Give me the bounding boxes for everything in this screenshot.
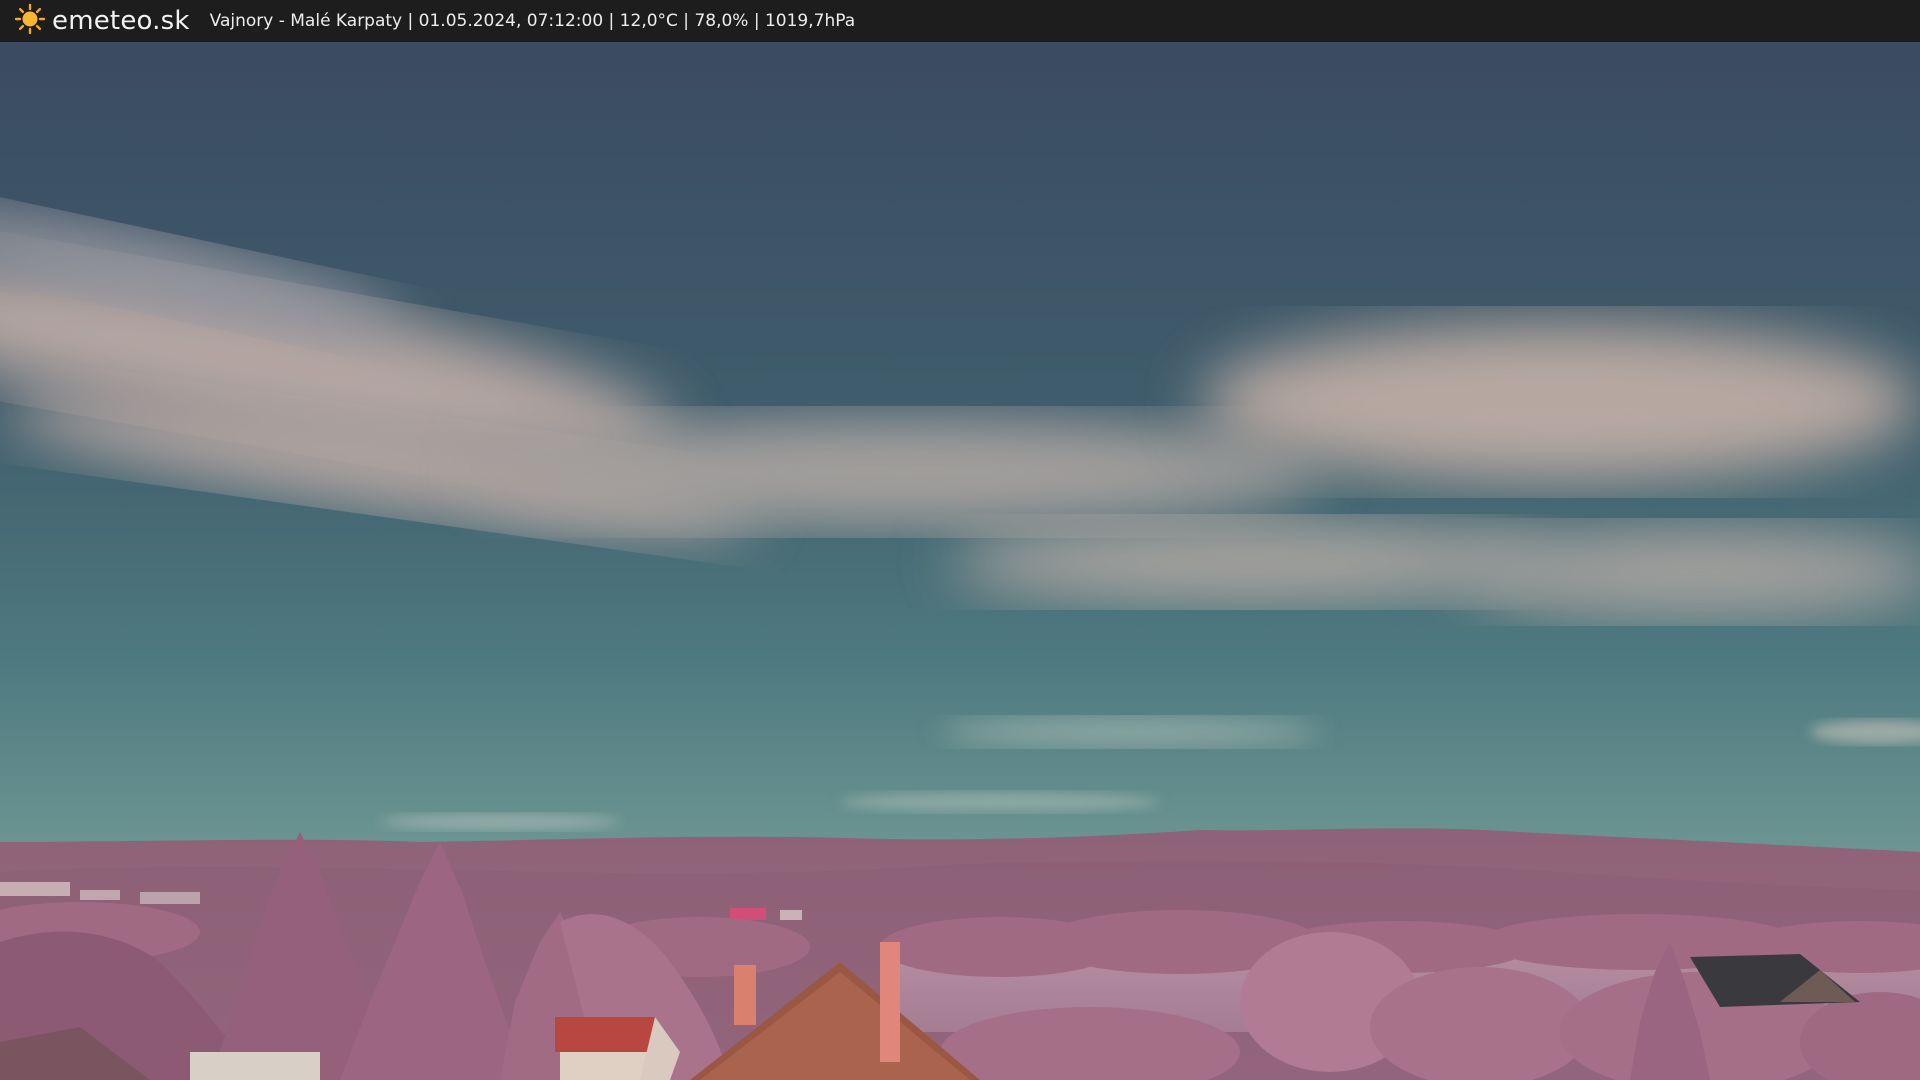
webcam-image (0, 42, 1920, 1080)
emeteo-logo[interactable]: emeteo.sk (14, 0, 190, 42)
chimney (734, 965, 756, 1025)
webcam-info-bar: emeteo.sk Vajnory - Malé Karpaty | 01.05… (0, 0, 1920, 42)
logo-text: emeteo.sk (52, 6, 190, 36)
sun-icon (14, 3, 46, 39)
webcam-caption: Vajnory - Malé Karpaty | 01.05.2024, 07:… (209, 11, 856, 31)
chimney (880, 942, 900, 1062)
